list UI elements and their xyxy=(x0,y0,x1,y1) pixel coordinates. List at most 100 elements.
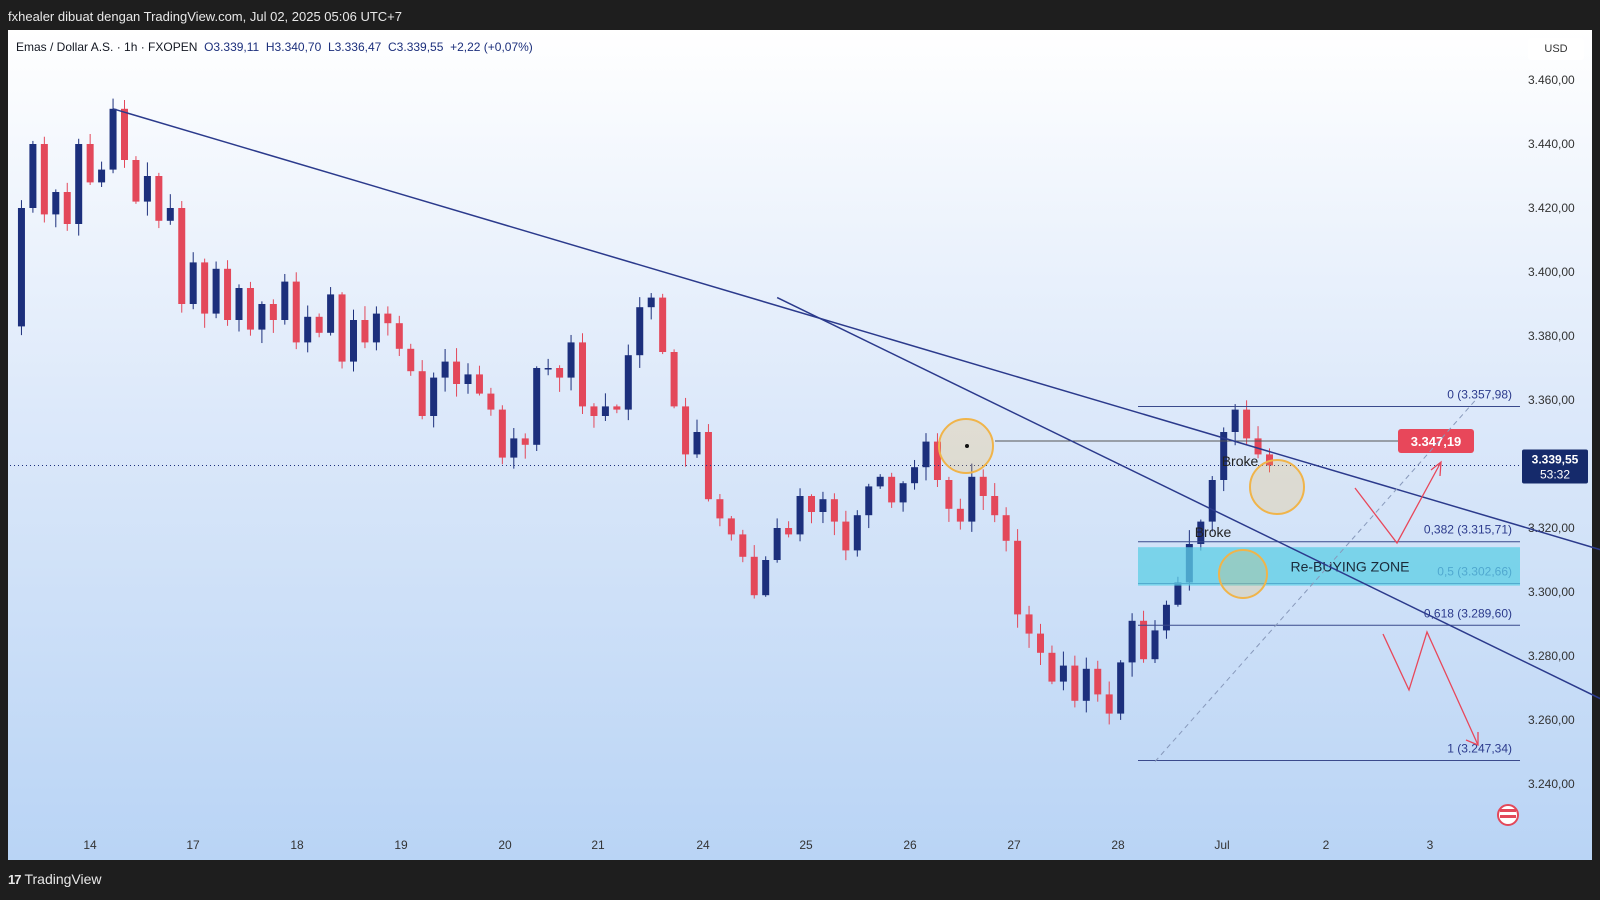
x-tick-label: 19 xyxy=(394,838,408,852)
candle-body xyxy=(968,476,976,522)
fib-level-label: 0 (3.357,98) xyxy=(1447,387,1512,401)
candle-body xyxy=(235,288,243,320)
candle-body xyxy=(1059,665,1067,682)
tradingview-logo[interactable]: 17 TradingView xyxy=(8,871,102,887)
candle-body xyxy=(911,467,919,484)
candle-body xyxy=(418,371,426,416)
current-price-label: 3.339,55 xyxy=(1532,452,1579,466)
candle-body xyxy=(510,438,518,458)
candle-body xyxy=(727,518,735,535)
trendline xyxy=(776,296,1600,700)
candle-body xyxy=(327,294,335,333)
candle-body xyxy=(796,496,804,535)
candle-body xyxy=(407,348,415,372)
y-tick-label: 3.460,00 xyxy=(1528,73,1575,87)
candle-body xyxy=(521,438,529,445)
x-tick-label: Jul xyxy=(1214,838,1229,852)
candle-body xyxy=(453,361,461,384)
candle-body xyxy=(544,368,552,370)
candle-body xyxy=(338,294,346,362)
y-tick-label: 3.400,00 xyxy=(1528,265,1575,279)
candle-body xyxy=(372,313,380,343)
candle-body xyxy=(682,406,690,455)
candle-body xyxy=(739,534,747,557)
candle-body xyxy=(441,361,449,378)
x-tick-label: 21 xyxy=(591,838,605,852)
candle-body xyxy=(498,409,506,458)
candle-body xyxy=(659,297,667,352)
candle-body xyxy=(395,323,403,349)
x-tick-label: 2 xyxy=(1323,838,1330,852)
bottom-bar xyxy=(0,860,1600,900)
rebuying-zone-label: Re-BUYING ZONE xyxy=(1290,558,1409,574)
tradingview-brand: TradingView xyxy=(24,871,102,887)
candle-body xyxy=(212,268,220,314)
candle-body xyxy=(475,374,483,394)
candle-body xyxy=(647,297,655,308)
candle-body xyxy=(292,281,300,343)
candle-body xyxy=(246,288,254,330)
candle-body xyxy=(842,521,850,551)
candle-body xyxy=(1162,604,1170,631)
candle-body xyxy=(1094,668,1102,695)
x-tick-label: 14 xyxy=(83,838,97,852)
bearish-projection-arrow xyxy=(1382,630,1479,746)
candle-body xyxy=(865,486,873,516)
x-tick-label: 17 xyxy=(186,838,200,852)
candle-body xyxy=(979,476,987,496)
candle-body xyxy=(86,144,94,183)
trendline xyxy=(112,108,1600,551)
x-tick-label: 25 xyxy=(799,838,813,852)
price-chart: 3.460,00 3.440,00 3.420,00 3.400,00 3.380,00… xyxy=(10,73,1600,852)
candle-body xyxy=(567,342,575,378)
x-tick-label: 18 xyxy=(290,838,304,852)
candle-body xyxy=(1208,480,1216,522)
candle-body xyxy=(1174,582,1182,605)
candle-body xyxy=(1231,409,1239,432)
fib-level-label: 1 (3.247,34) xyxy=(1447,742,1512,756)
candle-body xyxy=(853,515,861,551)
y-tick-label: 3.380,00 xyxy=(1528,329,1575,343)
candle-body xyxy=(1117,662,1125,714)
candle-body xyxy=(636,307,644,356)
resistance-price-label: 3.347,19 xyxy=(1411,434,1462,449)
candle-body xyxy=(830,499,838,522)
x-tick-label: 27 xyxy=(1007,838,1021,852)
candle-body xyxy=(819,499,827,512)
candle-body xyxy=(590,406,598,416)
candle-body xyxy=(258,304,266,330)
candle-body xyxy=(1071,665,1079,701)
y-tick-label: 3.240,00 xyxy=(1528,777,1575,791)
x-tick-label: 3 xyxy=(1427,838,1434,852)
candle-body xyxy=(17,208,25,327)
fib-level-label: 0,618 (3.289,60) xyxy=(1424,606,1512,620)
candle-body xyxy=(361,320,369,343)
candle-body xyxy=(384,313,392,324)
candle-body xyxy=(1243,409,1251,439)
flag-stripe xyxy=(1500,815,1516,818)
candle-body xyxy=(945,480,953,509)
x-tick-label: 26 xyxy=(903,838,917,852)
candle-body xyxy=(52,192,60,215)
candle-body xyxy=(143,176,151,202)
candle-body xyxy=(1025,614,1033,634)
candle-body xyxy=(121,108,128,160)
candle-body xyxy=(304,316,312,343)
candle-body xyxy=(750,556,758,596)
candle-body xyxy=(166,208,174,221)
candle-body xyxy=(63,192,71,224)
candle-body xyxy=(991,496,999,516)
x-tick-label: 24 xyxy=(696,838,710,852)
candle-body xyxy=(40,144,48,215)
candle-body xyxy=(1002,515,1010,541)
y-tick-label: 3.320,00 xyxy=(1528,521,1575,535)
candle-body xyxy=(201,262,209,314)
candle-body xyxy=(224,268,232,320)
candle-body xyxy=(785,528,793,535)
breakout-highlight-circle xyxy=(1218,549,1268,599)
candle-body xyxy=(956,508,964,522)
candle-body xyxy=(155,176,163,221)
tradingview-logo-icon: 17 xyxy=(8,871,22,887)
candle-body xyxy=(922,441,930,468)
x-tick-label: 28 xyxy=(1111,838,1125,852)
